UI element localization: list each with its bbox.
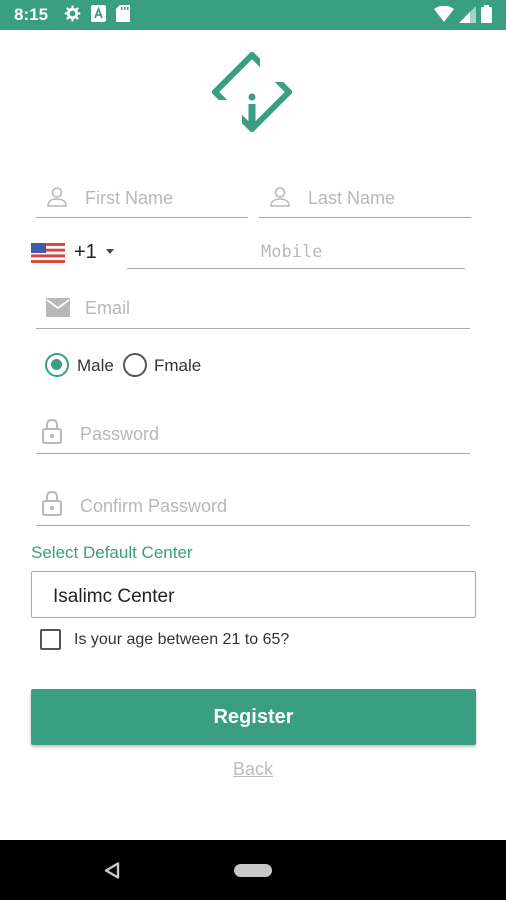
confirm-password-placeholder: Confirm Password [80,496,228,516]
status-time: 8:15 [14,5,49,24]
diamond-i-logo [212,52,292,132]
male-label[interactable]: Male [77,356,114,376]
battery-icon [481,5,492,23]
sd-card-icon [116,5,130,22]
first-name-placeholder: First Name [85,188,174,208]
mobile-placeholder: Mobile [261,242,323,262]
female-label[interactable]: Fmale [154,356,201,376]
back-link[interactable]: Back [0,759,506,780]
status-bar: 8:15 [0,0,506,30]
wifi-icon [434,6,454,22]
age-checkbox[interactable] [40,629,61,650]
register-button[interactable]: Register [31,689,476,745]
a-icon [91,5,106,22]
confirm-password-field[interactable]: Confirm Password [36,486,470,526]
back-triangle-icon[interactable] [104,862,120,879]
status-icons-right [434,5,492,23]
last-name-field[interactable]: Last Name [259,180,471,218]
status-icons-left [64,5,130,22]
male-radio[interactable] [45,353,69,377]
home-pill-button[interactable] [234,864,272,877]
email-field[interactable]: Email [36,290,470,329]
first-name-field[interactable]: First Name [36,180,248,218]
lock-icon [42,418,62,444]
chevron-down-icon[interactable] [106,249,114,254]
person-icon [270,187,290,207]
select-center-label: Select Default Center [31,543,193,562]
password-placeholder: Password [80,424,160,444]
us-flag-icon[interactable] [31,243,65,263]
lock-icon [42,490,62,516]
female-radio[interactable] [123,353,147,377]
mobile-field[interactable]: Mobile [127,236,465,269]
signal-icon [459,5,476,23]
center-select[interactable]: Isalimc Center [31,571,476,618]
center-value: Isalimc Center [53,586,175,607]
navigation-bar [0,840,506,900]
last-name-placeholder: Last Name [308,188,396,208]
country-code[interactable]: +1 [74,241,97,264]
gear-icon [64,5,81,22]
password-field[interactable]: Password [36,414,470,454]
email-placeholder: Email [85,298,131,318]
person-icon [47,187,67,207]
age-checkbox-label[interactable]: Is your age between 21 to 65? [74,631,289,649]
mail-icon [46,298,70,317]
